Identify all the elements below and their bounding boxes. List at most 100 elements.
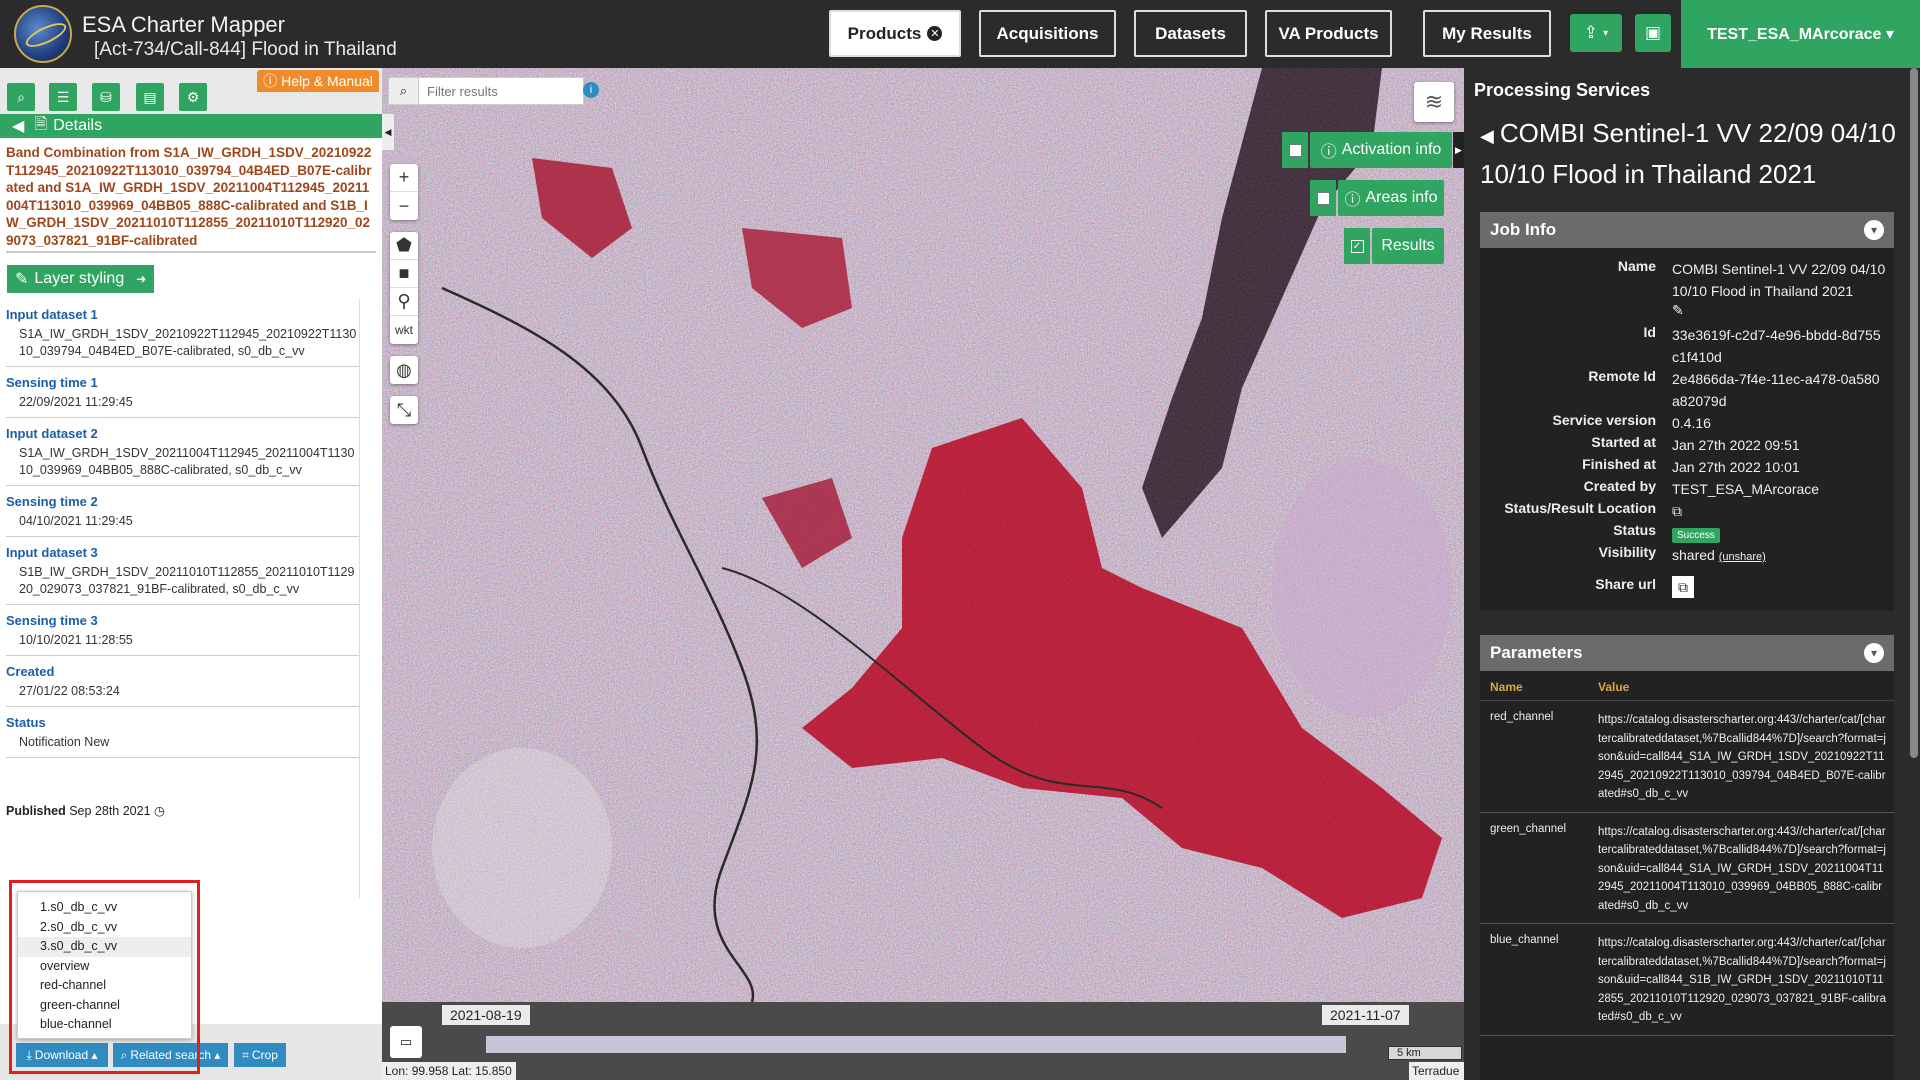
archive-tool-button[interactable]: ▤: [136, 83, 164, 111]
nav-acquisitions[interactable]: Acquisitions: [979, 10, 1116, 57]
copy-icon[interactable]: ⧉: [1672, 576, 1694, 598]
layers-button[interactable]: ≋: [1414, 82, 1454, 122]
unshare-link[interactable]: (unshare): [1719, 551, 1766, 563]
field-input-dataset-3: Input dataset 3 S1B_IW_GRDH_1SDV_2021101…: [6, 537, 359, 605]
right-panel: Processing Services ◀ COMBI Sentinel-1 VV…: [1464, 68, 1920, 1080]
info-icon: ⓘ: [263, 73, 278, 89]
cursor-coordinates: Lon: 99.958 Lat: 15.850: [382, 1062, 516, 1080]
activation-info-button[interactable]: ⓘ Activation info: [1310, 132, 1452, 168]
job-info-key: Status: [1613, 522, 1656, 538]
pencil-icon[interactable]: ✎: [1672, 302, 1684, 319]
areas-info-button[interactable]: ⓘ Areas info: [1338, 180, 1444, 216]
dropdown-item[interactable]: 3.s0_db_c_vv: [18, 937, 191, 957]
job-info-label: Job Info: [1490, 220, 1557, 239]
zoom-in-button[interactable]: +: [390, 164, 418, 192]
results-button[interactable]: Results: [1372, 228, 1444, 264]
close-circle-icon[interactable]: ✕: [927, 26, 943, 41]
details-header[interactable]: ◀ 🗎 Details: [0, 114, 382, 138]
field-label: Created: [6, 664, 55, 679]
field-value: Notification New: [19, 735, 110, 749]
settings-tool-button[interactable]: ⚙: [179, 83, 207, 111]
marker-icon[interactable]: ⚲: [390, 288, 418, 316]
wkt-button[interactable]: wkt: [390, 316, 418, 344]
nav-products-label: Products: [847, 23, 922, 43]
search-tool-button[interactable]: ⌕: [7, 83, 35, 111]
job-info-key: Remote Id: [1588, 368, 1656, 384]
upload-button[interactable]: ⇪ ▾: [1570, 14, 1622, 52]
globe-icon[interactable]: ◍: [390, 356, 418, 384]
dropdown-item[interactable]: green-channel: [18, 996, 191, 1016]
collapse-left-panel-tab[interactable]: ◀: [382, 114, 394, 150]
clock-icon: ◷: [154, 804, 165, 818]
timeline-range-slider[interactable]: [486, 1036, 1346, 1053]
job-info-header[interactable]: Job Info ▾: [1480, 212, 1894, 248]
parameters-panel: Name Value red_channel https://catalog.d…: [1480, 671, 1894, 1080]
activation-info-checkbox[interactable]: [1282, 132, 1308, 168]
parameter-name: green_channel: [1490, 822, 1567, 835]
right-panel-scrollbar[interactable]: [1910, 68, 1918, 758]
help-manual-label: Help & Manual: [281, 73, 373, 89]
nav-products[interactable]: Products ✕: [829, 10, 961, 57]
parameters-label: Parameters: [1490, 643, 1583, 662]
layer-styling-label: Layer styling: [34, 270, 125, 287]
app-title: ESA Charter Mapper: [82, 12, 285, 37]
basket-icon: ⛁: [100, 88, 112, 105]
sar-composite-image: [382, 68, 1464, 1002]
parameter-row: red_channel https://catalog.disasterscha…: [1480, 701, 1894, 813]
field-label: Sensing time 2: [6, 494, 98, 509]
crop-button[interactable]: ⌗ Crop: [234, 1043, 286, 1067]
field-label: Input dataset 3: [6, 545, 98, 560]
chevron-left-icon[interactable]: ◀: [1480, 126, 1494, 146]
chevron-down-icon: ▾: [1864, 220, 1884, 240]
info-icon: ⓘ: [1344, 192, 1361, 209]
square-icon[interactable]: ■: [390, 260, 418, 288]
user-menu[interactable]: TEST_ESA_MArcorace ▾: [1681, 0, 1920, 68]
top-header: ESA Charter Mapper [Act-734/Call-844] Fl…: [0, 0, 1920, 68]
job-info-key: Status/Result Location: [1504, 500, 1656, 516]
chevron-left-icon[interactable]: ◀: [12, 116, 24, 136]
nav-datasets[interactable]: Datasets: [1134, 10, 1247, 57]
field-value: 04/10/2021 11:29:45: [19, 514, 133, 528]
job-info-key: Started at: [1591, 434, 1656, 450]
filter-results-input[interactable]: [419, 83, 569, 99]
published-date: Sep 28th 2021: [69, 804, 151, 818]
pentagon-icon[interactable]: ⬟: [390, 232, 418, 260]
external-link-icon[interactable]: ⧉: [1672, 500, 1887, 522]
nav-my-results[interactable]: My Results: [1423, 10, 1551, 57]
list-tool-button[interactable]: ☰: [49, 83, 77, 111]
filter-results-box[interactable]: ⌕: [388, 77, 584, 105]
job-title-text: COMBI Sentinel-1 VV 22/09 04/10 10/10 Fl…: [1480, 118, 1896, 189]
info-icon[interactable]: i: [583, 82, 599, 98]
zoom-out-button[interactable]: −: [390, 192, 418, 220]
chevron-right-icon[interactable]: ▶: [1453, 132, 1464, 168]
parameters-header[interactable]: Parameters ▾: [1480, 635, 1894, 671]
help-manual-tab[interactable]: ⓘ Help & Manual: [257, 70, 379, 92]
chevron-right-circle-icon: ➜: [136, 272, 147, 286]
basket-tool-button[interactable]: ⛁: [92, 83, 120, 111]
job-info-value: 2e4866da-7f4e-11ec-a478-0a580a82079d: [1672, 371, 1880, 409]
job-info-value: COMBI Sentinel-1 VV 22/09 04/10 10/10 Fl…: [1672, 261, 1886, 299]
briefcase-button[interactable]: ▣: [1635, 14, 1671, 52]
draw-tools: ⬟ ■ ⚲ wkt: [390, 232, 418, 344]
layer-styling-button[interactable]: ✎ Layer styling ➜: [7, 265, 154, 293]
dropdown-item[interactable]: 2.s0_db_c_vv: [18, 918, 191, 938]
dropdown-item[interactable]: red-channel: [18, 976, 191, 996]
fullscreen-icon[interactable]: ⤡: [390, 396, 418, 424]
areas-info-checkbox[interactable]: [1310, 180, 1336, 216]
job-visibility-cell: shared (unshare): [1672, 544, 1887, 568]
product-title: Band Combination from S1A_IW_GRDH_1SDV_2…: [6, 144, 376, 253]
download-dropdown-menu: 1.s0_db_c_vv 2.s0_db_c_vv 3.s0_db_c_vv o…: [17, 891, 192, 1039]
crop-icon: ⌗: [242, 1047, 249, 1062]
job-info-key: Created by: [1583, 478, 1656, 494]
list-icon: ☰: [56, 88, 70, 105]
dropdown-item[interactable]: overview: [18, 957, 191, 977]
results-checkbox[interactable]: ✓: [1344, 228, 1370, 264]
dropdown-item[interactable]: blue-channel: [18, 1015, 191, 1035]
timeline-toggle-icon[interactable]: ▭: [390, 1026, 422, 1058]
field-value: 22/09/2021 11:29:45: [19, 395, 133, 409]
column-value-header: Value: [1598, 680, 1630, 694]
job-info-value: TEST_ESA_MArcorace: [1672, 481, 1820, 497]
nav-va-products[interactable]: VA Products: [1265, 10, 1392, 57]
dropdown-item[interactable]: 1.s0_db_c_vv: [18, 898, 191, 918]
map-view[interactable]: ⌕ i ◀ + − ⬟ ■ ⚲ wkt ◍ ⤡ ≋ ⓘ Activation i…: [382, 68, 1464, 1080]
